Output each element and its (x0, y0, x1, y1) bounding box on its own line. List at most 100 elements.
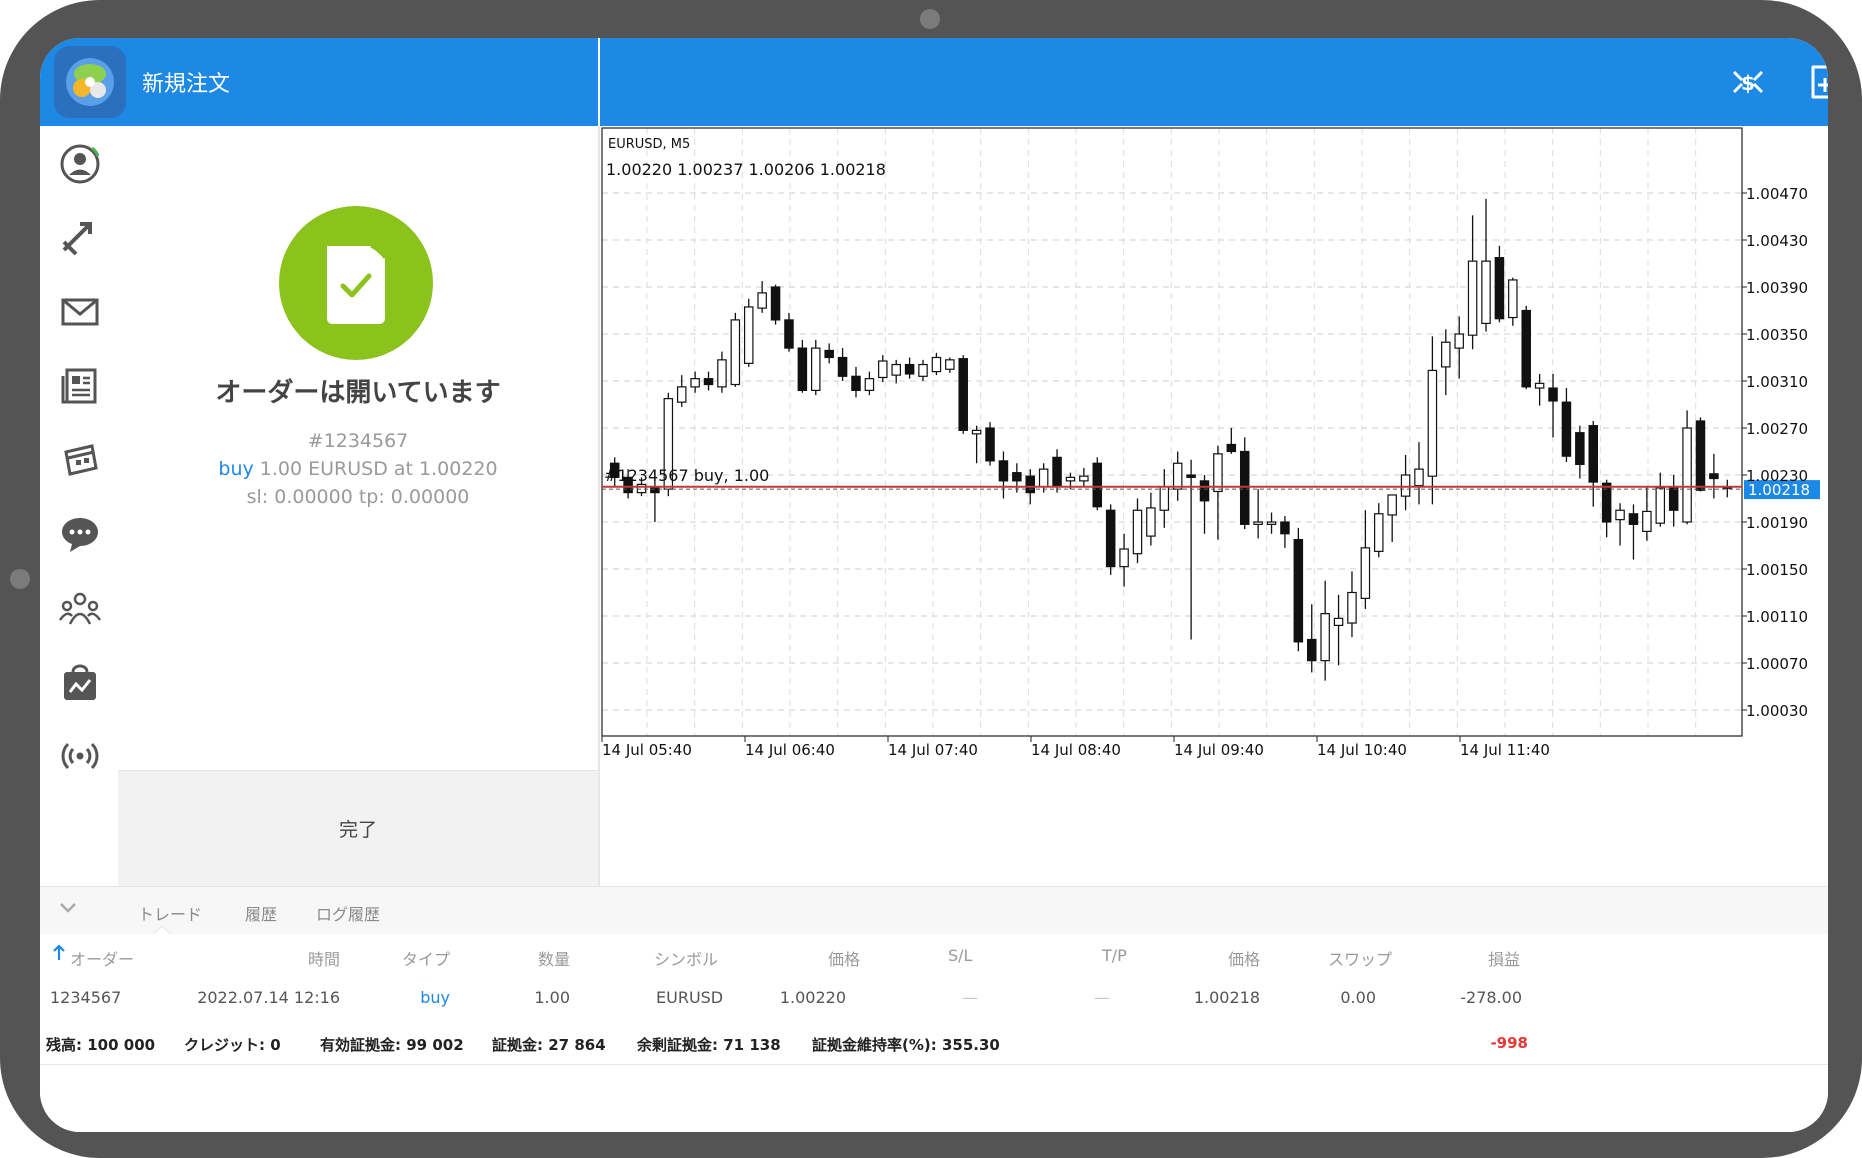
cell-swap: 0.00 (1340, 988, 1376, 1007)
candle-body (1065, 476, 1076, 482)
table-row[interactable]: 1234567 2022.07.14 12:16 buy 1.00 EURUSD… (40, 974, 1828, 1021)
col-swap[interactable]: スワップ (1272, 946, 1392, 970)
news-icon[interactable] (58, 364, 102, 408)
chat-icon[interactable] (58, 512, 102, 556)
candle-body (1199, 480, 1210, 502)
tab-log-history[interactable]: ログ履歴 (316, 901, 380, 925)
candle-body (717, 359, 727, 388)
candle-body (958, 358, 968, 431)
candle-body (1226, 443, 1237, 453)
app-screen: 新規注文 $ オーダーは開いています #1234567 buy 1.00 EUR… (40, 38, 1828, 1132)
candle-body (1052, 456, 1062, 488)
candle-body (1132, 509, 1143, 555)
y-tick-label: 1.00150 (1746, 561, 1808, 579)
candle-body (1668, 486, 1679, 511)
cell-current-price: 1.00218 (1193, 988, 1260, 1007)
chart-ohlc-label: 1.00220 1.00237 1.00206 1.00218 (606, 160, 886, 179)
summary-margin-level: 証拠金維持率(%): 355.30 (812, 1036, 1000, 1054)
x-tick-label: 14 Jul 09:40 (1174, 741, 1264, 759)
sidebar (40, 126, 118, 886)
y-tick-label: 1.00390 (1746, 279, 1808, 297)
col-time[interactable]: 時間 (240, 946, 340, 970)
candle-body (757, 292, 767, 309)
col-current-price[interactable]: 価格 (1160, 946, 1260, 970)
signal-broadcast-icon[interactable] (58, 734, 102, 778)
candle-body (1119, 548, 1129, 568)
summary-total-profit: -998 (1490, 1034, 1528, 1052)
candle-body (1454, 333, 1464, 349)
order-success-icon (279, 206, 433, 360)
col-sl[interactable]: S/L (948, 946, 972, 965)
account-icon[interactable] (58, 142, 102, 186)
candle-body (864, 378, 875, 391)
candle-body (1534, 382, 1545, 389)
candle-body (703, 378, 714, 386)
candle-body (1320, 613, 1330, 662)
cell-symbol: EURUSD (656, 988, 724, 1007)
candle (730, 312, 741, 387)
candle-body (851, 375, 861, 392)
candle-body (1695, 420, 1706, 491)
col-volume[interactable]: 数量 (490, 946, 570, 970)
table-header: オーダー 時間 タイプ 数量 シンボル 価格 S/L T/P 価格 スワップ 損… (40, 934, 1828, 975)
mail-icon[interactable] (58, 290, 102, 334)
candle (770, 284, 781, 325)
cell-time: 2022.07.14 12:16 (197, 988, 340, 1007)
cell-type: buy (420, 988, 450, 1007)
candle-body (784, 319, 794, 349)
tab-trade[interactable]: トレード (138, 901, 202, 925)
x-tick-label: 14 Jul 05:40 (602, 741, 692, 759)
col-order[interactable]: オーダー (70, 946, 134, 970)
front-camera (920, 9, 940, 29)
summary-credit: クレジット: 0 (184, 1036, 281, 1054)
candle-body (1682, 427, 1692, 523)
candle (1092, 457, 1103, 511)
done-button-bar[interactable]: 完了 (118, 770, 598, 887)
candle-body (985, 427, 995, 462)
cell-order: 1234567 (50, 988, 122, 1007)
price-chart[interactable]: #1234567 buy, 1.00 1.00218 1.00470 1.00430… (600, 126, 1828, 886)
col-tp[interactable]: T/P (1102, 946, 1127, 965)
trade-arrows-icon[interactable] (58, 216, 102, 260)
y-tick-label: 1.00350 (1746, 326, 1808, 344)
candle-body (1360, 547, 1371, 599)
header-right: $ (600, 38, 1828, 126)
tab-history[interactable]: 履歴 (245, 901, 277, 925)
market-bag-icon[interactable] (58, 660, 102, 704)
new-document-icon[interactable] (1806, 64, 1828, 100)
order-sl-tp: sl: 0.00000 tp: 0.00000 (246, 486, 470, 508)
order-detail: buy 1.00 EURUSD at 1.00220 (118, 458, 598, 480)
col-symbol[interactable]: シンボル (654, 946, 718, 970)
col-type[interactable]: タイプ (370, 946, 450, 970)
candle-body (1575, 432, 1585, 466)
candle (1682, 410, 1692, 525)
candle (985, 422, 995, 466)
collapse-chevron-icon[interactable] (58, 897, 78, 921)
col-profit[interactable]: 損益 (1420, 946, 1520, 970)
chart-symbol-label: EURUSD, M5 (608, 137, 690, 152)
order-status-title: オーダーは開いています (215, 378, 501, 408)
candle-body (998, 460, 1009, 482)
candle (1494, 245, 1505, 323)
candle-body (1642, 510, 1652, 532)
summary-equity: 有効証拠金: 99 002 (320, 1036, 464, 1054)
order-detail-text: 1.00 EURUSD at 1.00220 (253, 458, 498, 480)
y-tick-label: 1.00190 (1746, 514, 1808, 532)
cell-sl: — (962, 988, 978, 1007)
col-price[interactable]: 価格 (760, 946, 860, 970)
community-icon[interactable] (58, 586, 102, 630)
sort-up-arrow-icon[interactable] (52, 944, 66, 966)
done-button[interactable]: 完了 (118, 815, 598, 842)
y-tick-label: 1.00270 (1746, 420, 1808, 438)
quick-trade-icon[interactable]: $ (1730, 64, 1766, 100)
candle (811, 339, 821, 396)
candle-body (811, 347, 821, 392)
candle-body (878, 360, 888, 379)
calendar-icon[interactable] (58, 438, 102, 482)
cell-tp: — (1094, 988, 1110, 1007)
candle-body (1628, 513, 1639, 525)
metatrader-logo-icon[interactable] (54, 46, 126, 118)
header-left: 新規注文 (40, 38, 598, 126)
candle-body (1012, 472, 1022, 482)
candlestick-chart[interactable]: #1234567 buy, 1.001.00218 1.004701.00430… (600, 126, 1828, 886)
